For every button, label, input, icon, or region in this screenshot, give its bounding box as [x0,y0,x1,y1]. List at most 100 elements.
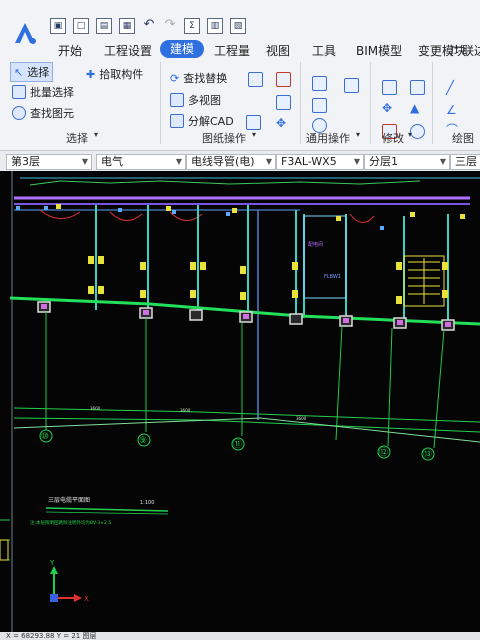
drawing-title: 三层电缆平面图 [48,496,90,504]
redo-icon[interactable]: ↷ [163,18,177,32]
tab-view[interactable]: 视图 [266,42,290,59]
divider [300,62,301,144]
find-element-label: 查找图元 [30,107,74,120]
layer-value: 分层1 [369,155,398,168]
save-icon[interactable]: ▦ [119,18,135,34]
quick-access-toolbar: ▣ □ ▤ ▦ ↶ ↷ Σ ▥ ▧ [50,18,246,34]
common-group-label: 通用操作 [306,132,350,145]
multi-view-label: 多视图 [188,94,221,107]
delete-icon[interactable] [276,72,291,87]
tab-start[interactable]: 开始 [58,42,82,59]
member-select[interactable]: F3AL-WX5 ▼ [276,154,364,170]
move-element-icon[interactable]: ✥ [382,102,395,115]
floor-select[interactable]: 第3层 ▼ [6,154,92,170]
cad-drawing[interactable]: 配电间 FLBW1 3600 3600 3600 ⑩ ⑨ ⑪ ⑫ ⑬ 三层电缆平… [0,171,480,636]
chevron-down-icon: ▼ [353,157,360,166]
report-icon[interactable]: ▧ [230,18,246,34]
chevron-down-icon: ▼ [265,157,272,166]
select-group-label: 选择 [66,132,88,145]
axis-label: ⑫ [379,447,388,458]
tab-project-settings[interactable]: 工程设置 [104,42,152,59]
pick-member-button[interactable]: ✚ 拾取构件 [86,66,143,82]
drawing-group-dropdown-icon[interactable]: ▾ [252,130,256,139]
divider [370,62,371,144]
undo-icon[interactable]: ↶ [142,18,156,32]
modify-group-label: 修改 [382,132,404,145]
extend-icon[interactable] [410,80,425,95]
open-icon[interactable]: ▤ [96,18,112,34]
copy-icon[interactable] [276,95,291,110]
list-icon[interactable] [312,98,327,113]
rotate-icon[interactable] [410,124,425,139]
view-value: 三层 [455,155,477,168]
multi-view-button[interactable]: 多视图 [170,92,221,108]
app-logo-icon [15,23,36,44]
pick-member-label: 拾取构件 [99,68,144,81]
category-value: 电线导管(电) [191,155,255,168]
find-element-icon [12,106,26,120]
explode-cad-button[interactable]: 分解CAD [170,113,234,129]
move-icon[interactable]: ✥ [276,117,289,130]
axis-label: ⑨ [139,436,147,446]
axis-label: ⑩ [41,432,49,442]
svg-text:3600: 3600 [296,416,307,421]
select-button[interactable]: ↖ 选择 [10,62,54,82]
calc-icon[interactable]: ▥ [207,18,223,34]
drawing-scale: 1:100 [140,500,154,506]
explode-cad-icon [170,114,184,128]
discipline-value: 电气 [101,155,123,168]
explode-cad-label: 分解CAD [188,115,234,128]
multi-view-icon [170,93,184,107]
axis-label: ⑬ [423,449,432,460]
svg-text:FLBW1: FLBW1 [324,274,341,280]
refresh-icon: ⟳ [170,71,180,85]
room-label: 配电间 [308,241,323,248]
chevron-down-icon: ▼ [439,157,446,166]
tab-quantity[interactable]: 工程量 [214,42,250,59]
find-element-button[interactable]: 查找图元 [12,105,74,121]
find-replace-button[interactable]: ⟳ 查找替换 [170,70,227,86]
discipline-select[interactable]: 电气 ▼ [96,154,186,170]
find-replace-label: 查找替换 [183,72,228,85]
member-value: F3AL-WX5 [281,155,337,168]
select-group-dropdown-icon[interactable]: ▾ [94,130,98,139]
file-icon[interactable]: ▣ [50,18,66,34]
mirror-icon[interactable]: ▲ [410,102,423,115]
copy-element-icon[interactable] [382,80,397,95]
new-icon[interactable]: □ [73,18,89,34]
drawing-group-label: 图纸操作 [202,132,246,145]
batch-select-button[interactable]: 批量选择 [12,84,74,100]
drawing-note: 注:本层照明回路除注明外均为BV-3×2.5 [30,519,111,526]
polyline-icon[interactable]: ∠ [446,104,459,117]
svg-text:3600: 3600 [180,408,191,413]
axis-label: ⑪ [233,439,242,450]
batch-select-label: 批量选择 [30,86,74,99]
svg-text:3600: 3600 [90,406,101,411]
cursor-icon: ↖ [14,65,24,79]
coordinate-readout: X = 68293.88 Y = 21 图层 [6,632,97,640]
chevron-down-icon: ▼ [175,157,182,166]
align-icon[interactable] [248,72,263,87]
select-label: 选择 [27,66,50,79]
drawing-canvas[interactable]: 配电间 FLBW1 3600 3600 3600 ⑩ ⑨ ⑪ ⑫ ⑬ 三层电缆平… [0,171,480,636]
status-bar: X = 68293.88 Y = 21 图层 [0,632,480,640]
tab-modeling[interactable]: 建模 [160,40,205,58]
divider [432,62,433,144]
svg-text:Y: Y [49,559,55,567]
view-select[interactable]: 三层 [450,154,480,170]
divider [160,62,161,144]
draw-group-label: 绘图 [452,132,474,145]
line-icon[interactable]: ╱ [446,82,459,95]
layer-icon[interactable] [246,115,261,130]
tab-bim-model[interactable]: BIM模型 [356,42,402,59]
cloud-check-icon[interactable] [344,78,359,93]
category-select[interactable]: 电线导管(电) ▼ [186,154,276,170]
define-icon[interactable] [312,76,327,91]
ribbon: ▣ □ ▤ ▦ ↶ ↷ Σ ▥ ▧ 开始 工程设置 建模 工程量 视图 工具 B… [0,0,480,150]
tab-tools[interactable]: 工具 [312,42,336,59]
sum-icon[interactable]: Σ [184,18,200,34]
layer-select[interactable]: 分层1 ▼ [364,154,450,170]
modify-group-dropdown-icon[interactable]: ▾ [408,130,412,139]
svg-text:X: X [84,595,89,603]
common-group-dropdown-icon[interactable]: ▾ [356,130,360,139]
